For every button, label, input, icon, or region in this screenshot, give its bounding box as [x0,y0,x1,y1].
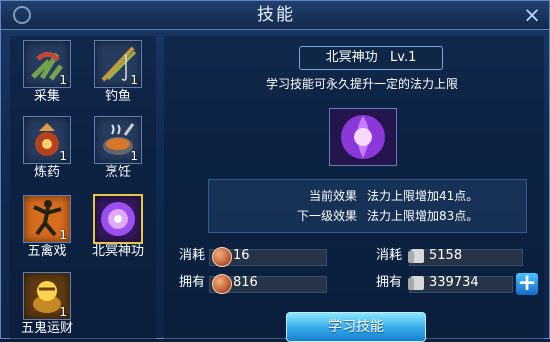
scroll-icon [406,274,427,292]
coin-own-value: 816 [233,275,258,290]
skill-label: 北冥神功 [91,244,144,259]
effect-box: 当前效果 法力上限增加41点。 下一级效果 法力上限增加83点。 [208,179,527,233]
current-effect-label: 当前效果 [308,189,357,203]
coin-icon [212,247,232,267]
cooking-pot-icon: 1 [94,116,142,164]
coin-cost-label: 消耗 [179,248,206,263]
scroll-own-label: 拥有 [376,275,403,290]
scroll-cost-label: 消耗 [376,248,403,263]
purple-flower-icon [93,194,143,244]
coin-icon [212,274,232,294]
selected-skill-icon [329,108,397,166]
skill-label: 烹饪 [104,165,131,180]
next-effect-value: 法力上限增加83点。 [367,209,479,223]
next-effect-label: 下一级效果 [296,209,357,223]
skill-label: 五禽戏 [27,244,67,259]
current-effect-value: 法力上限增加41点。 [367,189,479,203]
close-icon[interactable]: × [521,4,543,26]
treasure-icon: 1 [23,272,71,320]
skill-label: 钓鱼 [104,89,131,104]
selected-skill-name: 北冥神功 Lv.1 [299,46,443,70]
learn-skill-button[interactable]: 学习技能 [286,312,426,342]
scroll-own-value: 339734 [429,275,479,290]
scroll-icon [406,247,427,265]
coin-cost-value: 16 [233,248,250,263]
ornament-left [13,6,31,24]
skill-description: 学习技能可永久提升一定的法力上限 [265,77,458,91]
window-title: 技能 [257,5,295,25]
skill-list-panel: 1 采集 1 钓鱼 1 炼药 1 烹饪 1 五禽戏 北冥神功 1 五鬼运财 [10,36,156,340]
add-resource-button[interactable]: + [516,272,538,295]
skill-label: 采集 [33,89,60,104]
skill-label: 五鬼运财 [20,321,73,336]
scroll-cost-value: 5158 [429,248,463,263]
coin-own-label: 拥有 [179,275,206,290]
herb-gathering-icon: 1 [23,40,71,88]
dancer-icon: 1 [23,195,71,243]
skill-label: 炼药 [33,165,60,180]
window-titlebar: 技能 × [1,1,549,30]
skill-window: 技能 × 1 采集 1 钓鱼 1 炼药 1 烹饪 1 五禽戏 北冥神功 1 五鬼… [0,0,550,342]
fishing-rod-icon: 1 [94,40,142,88]
alchemy-icon: 1 [23,116,71,164]
